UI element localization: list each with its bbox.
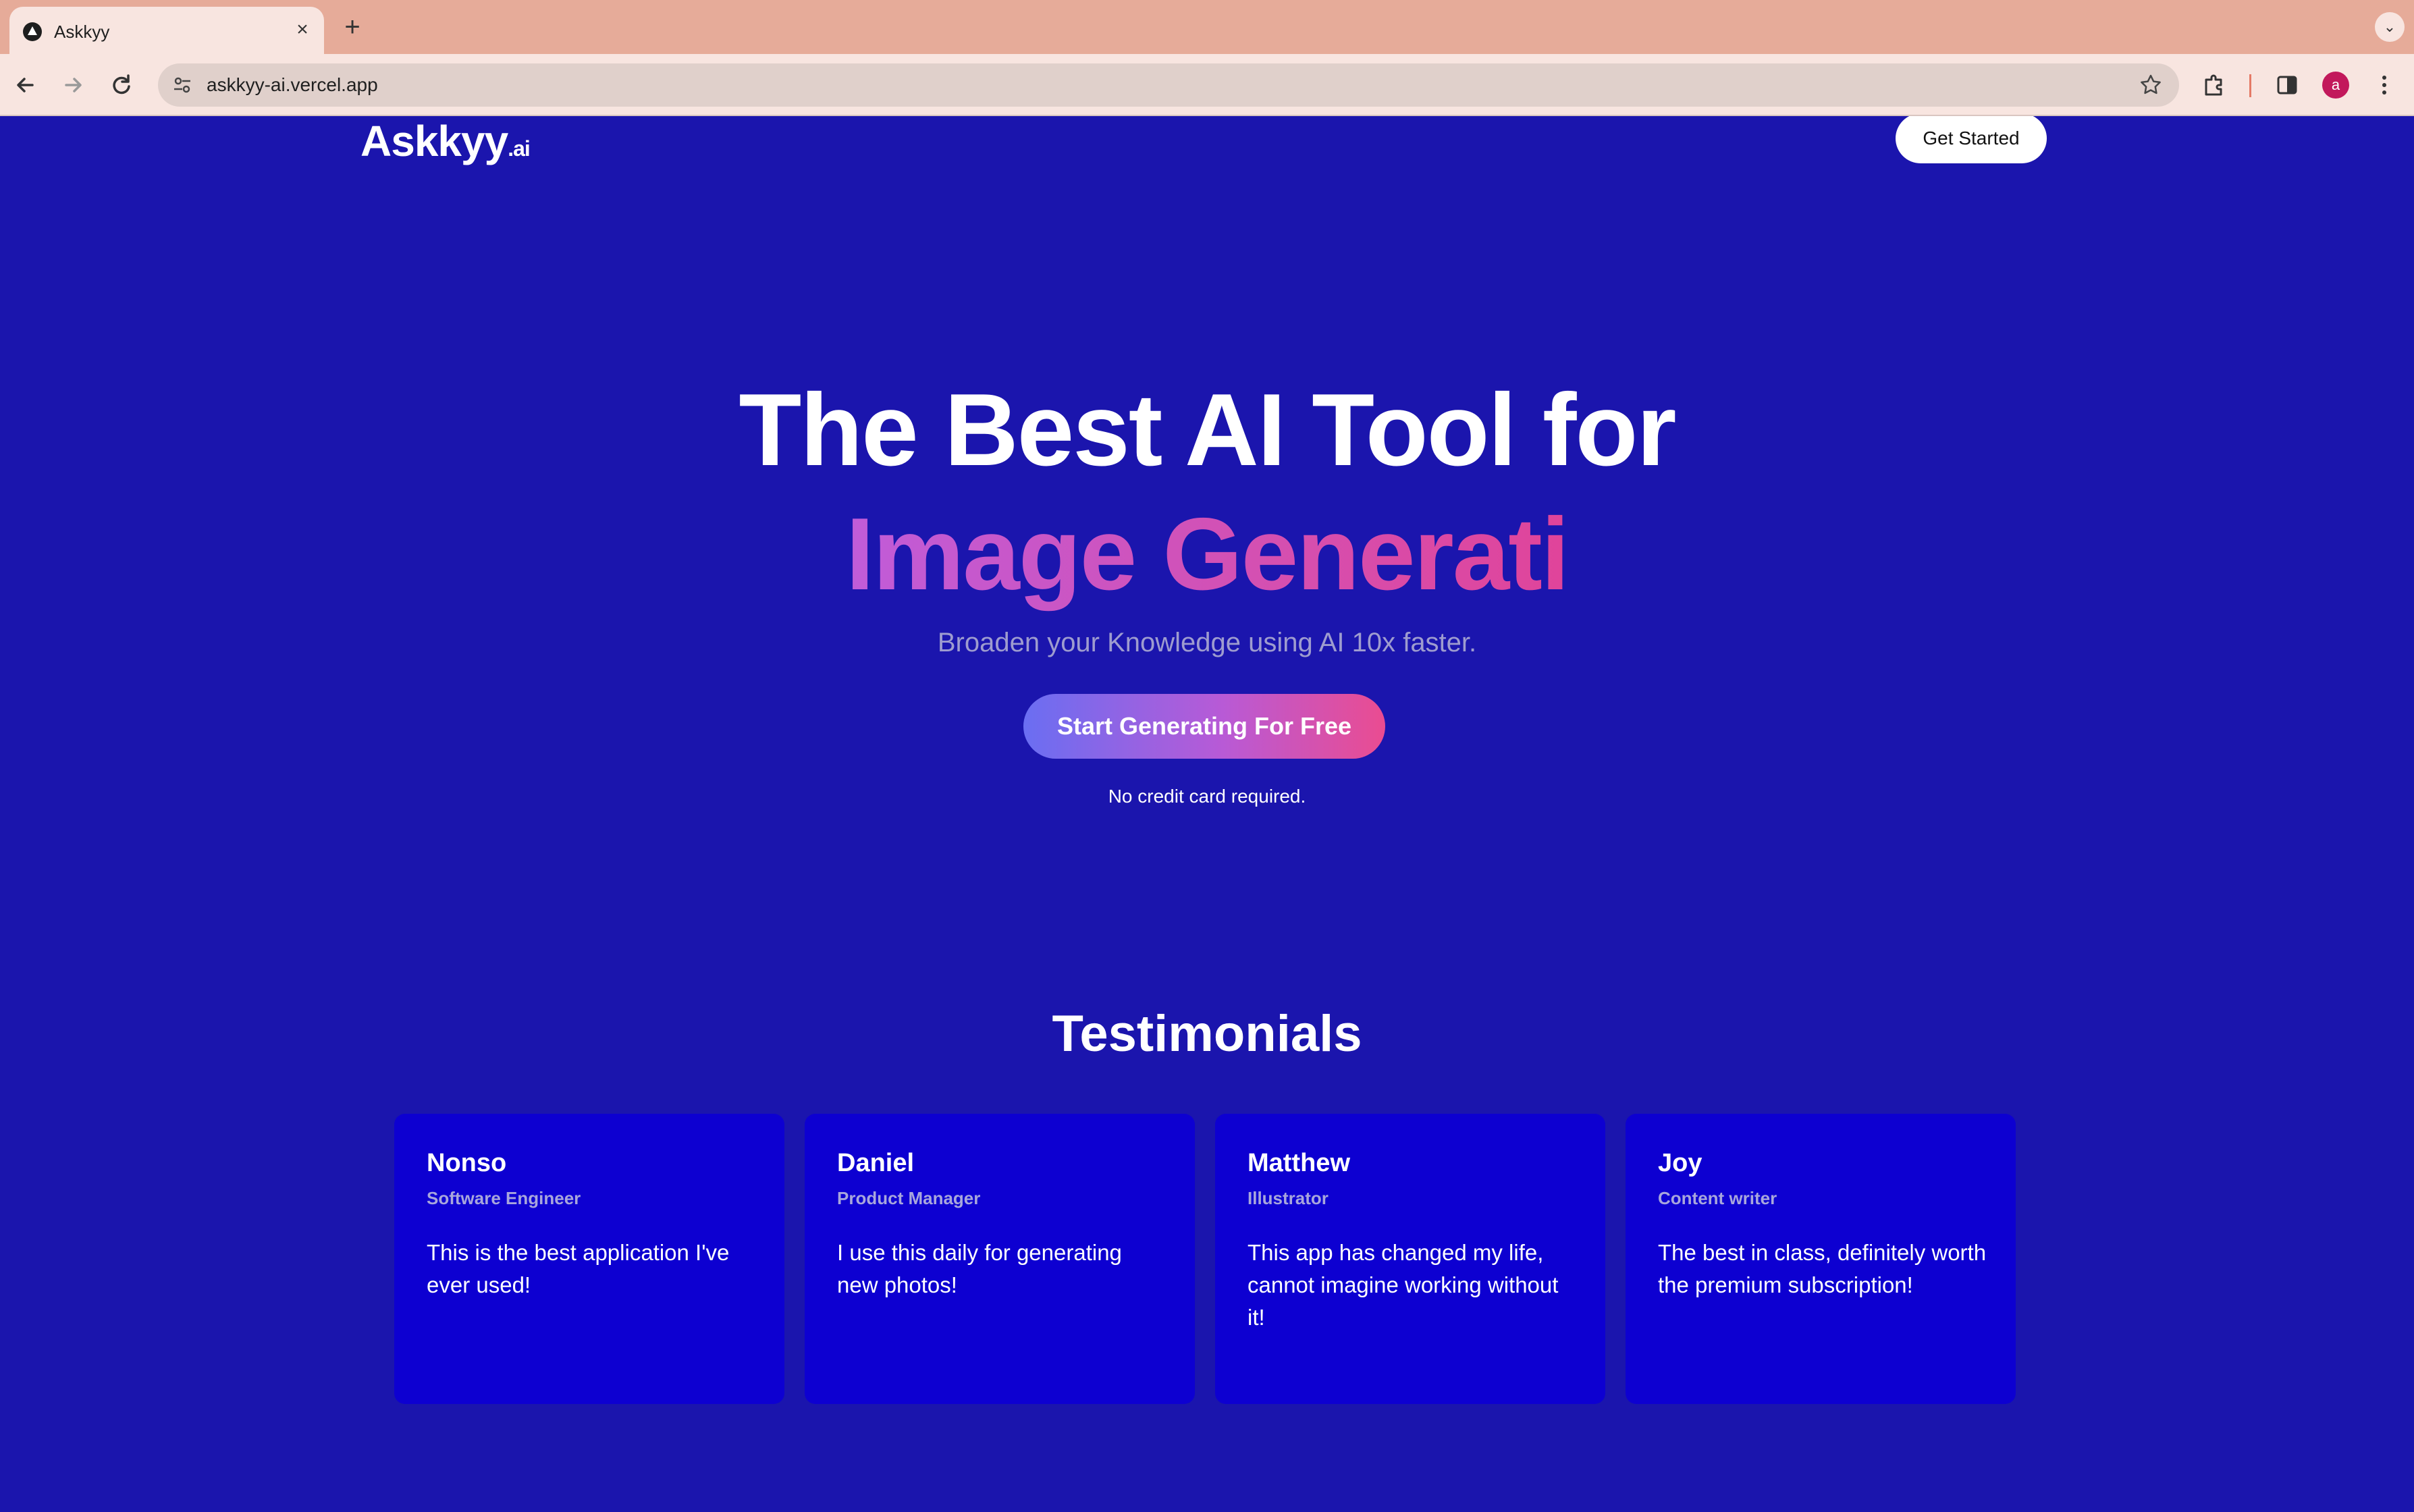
site-settings-icon[interactable] — [171, 74, 193, 96]
site-favicon-icon — [23, 22, 42, 41]
hero-typing-text: Image Generati — [845, 497, 1570, 612]
testimonial-card: Nonso Software Engineer This is the best… — [394, 1114, 784, 1404]
hero-subtitle: Broaden your Knowledge using AI 10x fast… — [937, 628, 1477, 657]
testimonial-quote: The best in class, definitely worth the … — [1658, 1240, 1987, 1297]
star-icon[interactable] — [2137, 72, 2164, 99]
reload-icon[interactable] — [105, 69, 138, 101]
side-panel-icon[interactable] — [2272, 70, 2302, 100]
tab-title: Askkyy — [54, 22, 110, 42]
more-menu-icon[interactable] — [2369, 70, 2399, 100]
hero-title-line2: Image Generati — [0, 495, 2414, 614]
testimonial-quote: This is the best application I've ever u… — [427, 1240, 730, 1297]
logo-wordmark: Askkyy — [360, 117, 508, 165]
browser-tab[interactable]: Askkyy × — [9, 7, 324, 54]
testimonial-name: Nonso — [427, 1149, 507, 1177]
extensions-icon[interactable] — [2199, 70, 2229, 100]
testimonials-list: Nonso Software Engineer This is the best… — [0, 1114, 2414, 1404]
toolbar-divider — [2249, 74, 2251, 97]
testimonial-role: Software Engineer — [427, 1188, 581, 1208]
back-arrow-icon[interactable] — [9, 69, 42, 101]
address-bar[interactable]: askkyy-ai.vercel.app — [158, 63, 2179, 107]
get-started-button[interactable]: Get Started — [1896, 116, 2047, 163]
forward-arrow-icon[interactable] — [57, 69, 89, 101]
close-icon[interactable]: × — [290, 18, 315, 42]
no-credit-card-note: No credit card required. — [1108, 786, 1306, 807]
testimonials-heading: Testimonials — [1052, 1005, 1362, 1062]
testimonial-name: Joy — [1658, 1149, 1702, 1177]
hero-title-line1: The Best AI Tool for — [739, 373, 1676, 487]
browser-tab-bar: Askkyy × + ⌄ — [0, 0, 2414, 54]
testimonial-role: Content writer — [1658, 1188, 1777, 1208]
plus-icon[interactable]: + — [338, 12, 367, 42]
chevron-down-icon[interactable]: ⌄ — [2375, 12, 2405, 42]
site-logo[interactable]: Askkyy.ai — [360, 116, 531, 166]
testimonial-name: Daniel — [837, 1149, 915, 1177]
page-body: Askkyy.ai Get Started The Best AI Tool f… — [0, 116, 2414, 1512]
browser-toolbar: askkyy-ai.vercel.app a — [0, 54, 2414, 116]
testimonial-card: Daniel Product Manager I use this daily … — [805, 1114, 1195, 1404]
logo-suffix: .ai — [508, 136, 531, 161]
start-generating-button[interactable]: Start Generating For Free — [1023, 694, 1385, 759]
testimonial-name: Matthew — [1248, 1149, 1350, 1177]
url-text: askkyy-ai.vercel.app — [207, 74, 378, 95]
testimonial-role: Illustrator — [1248, 1188, 1329, 1208]
profile-avatar[interactable]: a — [2322, 72, 2349, 99]
testimonial-quote: This app has changed my life, cannot ima… — [1248, 1240, 1559, 1330]
testimonial-card: Matthew Illustrator This app has changed… — [1215, 1114, 1605, 1404]
testimonial-role: Product Manager — [837, 1188, 981, 1208]
testimonial-quote: I use this daily for generating new phot… — [837, 1240, 1122, 1297]
testimonial-card: Joy Content writer The best in class, de… — [1626, 1114, 2016, 1404]
